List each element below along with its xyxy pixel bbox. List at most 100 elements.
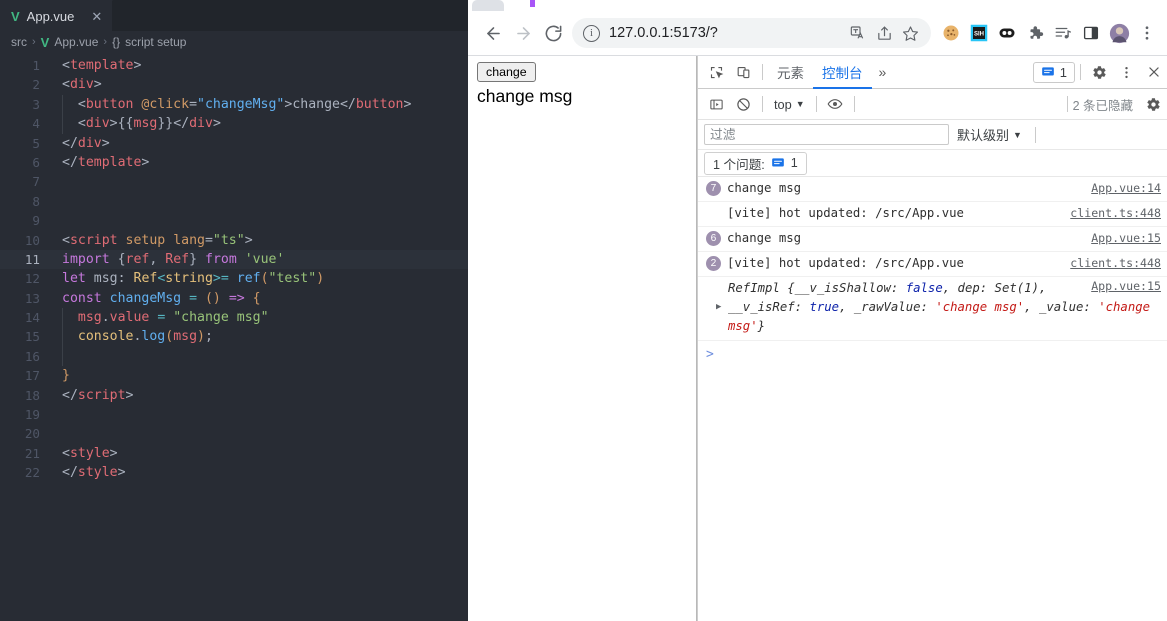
line-number: 14 — [24, 310, 40, 326]
code-line[interactable]: 5 </div> — [0, 134, 468, 153]
forward-arrow-icon[interactable] — [508, 18, 538, 48]
close-devtools-icon[interactable] — [1140, 59, 1167, 85]
line-number: 13 — [24, 290, 40, 306]
eyes-extension-icon[interactable] — [994, 20, 1020, 46]
breadcrumb-symbol[interactable]: script setup — [125, 35, 186, 49]
code-line[interactable]: 12 let msg: Ref<string>= ref("test") — [0, 269, 468, 288]
puzzle-icon[interactable] — [1022, 20, 1048, 46]
share-icon[interactable] — [871, 20, 897, 46]
line-number: 7 — [32, 174, 40, 190]
inspect-element-icon[interactable] — [703, 59, 730, 85]
object-preview: ▶ RefImpl {__v_isShallow: false, dep: Set… — [716, 281, 1151, 333]
code-line[interactable]: 16 — [0, 346, 468, 367]
breadcrumb-file[interactable]: App.vue — [54, 35, 98, 49]
console-message[interactable]: 7 change msg App.vue:14 — [698, 177, 1167, 202]
code-line[interactable]: 17} — [0, 366, 468, 385]
code-line[interactable]: 9 — [0, 211, 468, 230]
line-number: 2 — [32, 77, 40, 93]
code-line[interactable]: 8 — [0, 192, 468, 211]
message-count-badge: 2 — [706, 256, 721, 271]
code-line[interactable]: 20 — [0, 424, 468, 443]
clear-console-icon[interactable] — [730, 91, 757, 117]
code-content[interactable]: 1 <template> 2 <div> 3 <button @click="chang… — [0, 53, 468, 483]
line-number: 4 — [32, 116, 40, 132]
bookmark-star-icon[interactable] — [897, 20, 923, 46]
more-tabs-icon[interactable]: » — [872, 64, 894, 80]
line-number: 5 — [32, 135, 40, 151]
settings-gear-icon[interactable] — [1086, 59, 1113, 85]
filter-input[interactable] — [704, 124, 949, 145]
code-line[interactable]: 10 <script setup lang="ts"> — [0, 231, 468, 250]
message-source-link[interactable]: client.ts:448 — [1070, 255, 1161, 272]
code-line[interactable]: 3 <button @click="changeMsg">change</but… — [0, 94, 468, 115]
divider — [1080, 64, 1081, 80]
address-bar[interactable]: i 127.0.0.1:5173/? — [572, 18, 931, 48]
breadcrumb-folder[interactable]: src — [11, 35, 27, 49]
console-message[interactable]: 6 change msg App.vue:15 — [698, 227, 1167, 252]
message-source-link[interactable]: App.vue:15 — [1091, 230, 1161, 247]
console-message[interactable]: 2 [vite] hot updated: /src/App.vue client.… — [698, 252, 1167, 277]
reading-list-icon[interactable] — [1050, 20, 1076, 46]
device-toolbar-icon[interactable] — [730, 59, 757, 85]
page-message-text: change msg — [477, 86, 573, 106]
issues-count: 1 — [790, 156, 798, 170]
divider — [1066, 96, 1068, 112]
code-line[interactable]: 22 </style> — [0, 463, 468, 482]
issues-pill[interactable]: 1 个问题: 1 — [704, 151, 807, 175]
chevron-down-icon: ▼ — [1013, 129, 1022, 140]
editor-tab-app-vue[interactable]: V App.vue ✕ — [0, 0, 114, 31]
expand-arrow-icon[interactable]: ▶ — [716, 298, 721, 317]
line-number: 6 — [32, 154, 40, 170]
close-icon[interactable]: ✕ — [91, 10, 102, 23]
console-message[interactable]: [vite] hot updated: /src/App.vue client.t… — [698, 202, 1167, 227]
partial-tab[interactable] — [472, 0, 504, 11]
line-number: 12 — [24, 271, 40, 287]
reload-icon[interactable] — [538, 18, 568, 48]
code-text: <template> — [62, 58, 142, 73]
code-line[interactable]: 15 console.log(msg); — [0, 327, 468, 347]
console-prompt[interactable]: > — [698, 341, 1167, 368]
code-line[interactable]: 6 </template> — [0, 153, 468, 172]
line-number: 17 — [24, 368, 40, 384]
code-line[interactable]: 1 <template> — [0, 56, 468, 75]
code-line[interactable]: 18 </script> — [0, 386, 468, 405]
browser-menu-icon[interactable] — [1134, 20, 1160, 46]
code-line[interactable]: 14 msg.value = "change msg" — [0, 308, 468, 328]
cookie-icon[interactable] — [938, 20, 964, 46]
message-text: change msg — [727, 181, 802, 195]
code-text: <style> — [62, 445, 118, 461]
console-object-message[interactable]: App.vue:15 ▶ RefImpl {__v_isShallow: false… — [698, 277, 1167, 341]
message-source-link[interactable]: client.ts:448 — [1070, 205, 1161, 222]
tab-elements[interactable]: 元素 — [768, 56, 813, 89]
code-line[interactable]: 2 <div> — [0, 75, 468, 94]
issue-chip[interactable]: 1 — [1032, 61, 1075, 83]
devtools-menu-icon[interactable] — [1113, 59, 1140, 85]
code-line[interactable]: 13 const changeMsg = () => { — [0, 289, 468, 308]
sih-extension-icon[interactable]: SIH — [966, 20, 992, 46]
message-source-link[interactable]: App.vue:14 — [1091, 180, 1161, 197]
code-text: </style> — [62, 465, 126, 481]
tab-console[interactable]: 控制台 — [813, 56, 872, 89]
console-sidebar-icon[interactable] — [703, 91, 730, 117]
line-number: 22 — [24, 465, 40, 481]
line-number: 11 — [24, 251, 40, 267]
console-settings-icon[interactable] — [1140, 91, 1167, 117]
site-info-icon[interactable]: i — [583, 24, 600, 42]
message-bubble-icon — [771, 158, 784, 167]
side-panel-icon[interactable] — [1078, 20, 1104, 46]
code-line[interactable]: 11 import {ref, Ref} from 'vue' — [0, 249, 468, 270]
code-line[interactable]: 19 — [0, 405, 468, 424]
chevron-down-icon: ▼ — [795, 99, 805, 109]
back-arrow-icon[interactable] — [478, 18, 508, 48]
live-expression-icon[interactable] — [822, 91, 849, 117]
change-button[interactable]: change — [477, 62, 536, 82]
avatar-icon[interactable] — [1106, 20, 1132, 46]
code-line[interactable]: 4 <div>{{msg}}</div> — [0, 114, 468, 134]
log-level-selector[interactable]: 默认级别 ▼ — [957, 125, 1022, 144]
code-line[interactable]: 21 <style> — [0, 444, 468, 463]
console-context-selector[interactable]: top ▼ — [768, 97, 811, 112]
translate-icon[interactable] — [845, 20, 871, 46]
code-text: let msg: Ref<string>= ref("test") — [62, 271, 325, 287]
console-message-list[interactable]: 7 change msg App.vue:14 [vite] hot updated:… — [698, 177, 1167, 621]
code-line[interactable]: 7 — [0, 172, 468, 191]
